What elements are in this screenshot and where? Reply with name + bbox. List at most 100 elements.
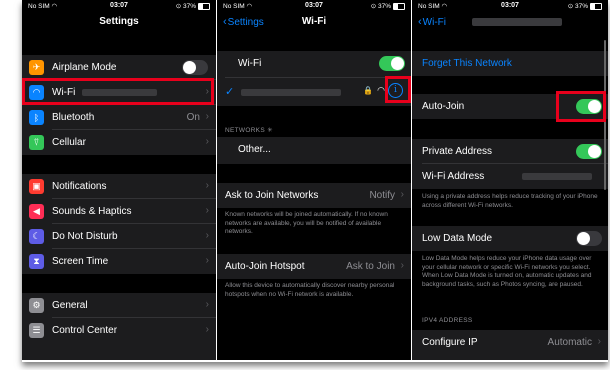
private-address-note: Using a private address helps reduce tra… (422, 193, 598, 209)
rotation-lock-icon: ⊙ (567, 3, 574, 10)
airplane-mode-toggle[interactable] (182, 60, 208, 75)
settings-row-do-not-disturb[interactable]: ☾ Do Not Disturb › (22, 224, 216, 249)
chevron-right-icon: › (205, 255, 209, 266)
row-label: Private Address (422, 146, 493, 157)
row-label: Configure IP (422, 337, 478, 348)
ask-to-join-row[interactable]: Ask to Join Networks Notify › (217, 183, 411, 208)
settings-row-sounds[interactable]: ◀ Sounds & Haptics › (22, 199, 216, 224)
auto-join-highlight (556, 91, 606, 122)
low-data-group: Low Data Mode (412, 226, 608, 251)
status-bar: No SIM ◠ 03:07 ⊙ 37% (217, 0, 411, 12)
row-label: Auto-Join (422, 101, 465, 112)
forget-network-button[interactable]: Forget This Network (422, 58, 512, 69)
row-label: General (52, 300, 88, 311)
battery-status: ⊙ 37% (568, 2, 602, 10)
row-label: Airplane Mode (52, 62, 117, 73)
row-label: Wi-Fi Address (422, 171, 485, 182)
notifications-group: ▣ Notifications › ◀ Sounds & Haptics › ☾… (22, 174, 216, 274)
row-label: Other... (238, 144, 271, 155)
settings-row-screen-time[interactable]: ⧗ Screen Time › (22, 249, 216, 274)
settings-row-control-center[interactable]: ☰ Control Center › (22, 318, 216, 343)
row-label: Do Not Disturb (52, 231, 118, 242)
wifi-signal-icon: ◠ (377, 85, 385, 95)
lock-icon: 🔒 (363, 86, 373, 95)
wifi-screen: No SIM ◠ 03:07 ⊙ 37% ‹Settings Wi-Fi Wi-… (217, 0, 411, 360)
status-bar: No SIM ◠ 03:07 ⊙ 37% (412, 0, 608, 12)
wifi-group: Wi-Fi ✓ 🔒 ◠ i (217, 51, 411, 106)
moon-icon: ☾ (29, 229, 44, 244)
hotspot-value: Ask to Join (346, 261, 395, 272)
screenshot-collage: No SIM ◠ 03:07 ⊙ 37% Settings ✈ Airplane… (0, 0, 610, 370)
other-network-row[interactable]: Other... (217, 137, 411, 164)
row-label: Auto-Join Hotspot (225, 261, 305, 272)
spinner-icon: ✳ (267, 127, 273, 134)
chevron-right-icon: › (205, 299, 209, 310)
connected-network-row[interactable]: ✓ 🔒 ◠ i (217, 78, 411, 106)
low-data-note: Low Data Mode helps reduce your iPhone d… (422, 255, 592, 288)
status-bar: No SIM ◠ 03:07 ⊙ 37% (22, 0, 216, 12)
low-data-mode-toggle[interactable] (576, 231, 602, 246)
chevron-right-icon: › (400, 189, 404, 200)
settings-row-bluetooth[interactable]: ᛒ Bluetooth On › (22, 105, 216, 130)
ipv4-header: IPV4 ADDRESS (422, 317, 473, 324)
row-label: Control Center (52, 325, 118, 336)
low-data-mode-row: Low Data Mode (412, 226, 608, 251)
ipv4-group: Configure IP Automatic › (412, 330, 608, 360)
general-group: ⚙ General › ☰ Control Center › (22, 293, 216, 360)
settings-row-notifications[interactable]: ▣ Notifications › (22, 174, 216, 199)
row-label: Notifications (52, 181, 107, 192)
ask-to-join-note: Known networks will be joined automatica… (225, 211, 388, 236)
wifi-toggle[interactable] (379, 56, 405, 71)
ask-to-join-group: Ask to Join Networks Notify › (217, 183, 411, 208)
chevron-right-icon: › (205, 230, 209, 241)
networks-header: NETWORKS ✳ (225, 127, 273, 134)
page-title: Settings (99, 16, 139, 27)
wifi-address-redacted (522, 173, 592, 180)
settings-screen: No SIM ◠ 03:07 ⊙ 37% Settings ✈ Airplane… (22, 0, 216, 360)
chevron-right-icon: › (205, 111, 209, 122)
private-address-toggle[interactable] (576, 144, 602, 159)
forget-group: Forget This Network (412, 51, 608, 76)
page-title: Wi-Fi (301, 16, 327, 27)
auto-join-hotspot-row[interactable]: Auto-Join Hotspot Ask to Join › (217, 254, 411, 279)
bluetooth-icon: ᛒ (29, 110, 44, 125)
connectivity-group: ✈ Airplane Mode ◠ Wi-Fi › ᛒ Bluetooth On… (22, 55, 216, 155)
wifi-address-row: Wi-Fi Address (412, 164, 608, 189)
hotspot-group: Auto-Join Hotspot Ask to Join › (217, 254, 411, 279)
airplane-icon: ✈ (29, 60, 44, 75)
configure-ip-row[interactable]: Configure IP Automatic › (412, 330, 608, 355)
network-detail-screen: No SIM ◠ 03:07 ⊙ 37% ‹Wi-Fi Forget This … (412, 0, 608, 360)
battery-icon (393, 2, 405, 10)
bluetooth-value: On (186, 112, 200, 123)
wifi-toggle-row: Wi-Fi (217, 51, 411, 78)
row-label: Cellular (52, 137, 86, 148)
back-label: Wi-Fi (422, 17, 446, 28)
settings-row-airplane-mode[interactable]: ✈ Airplane Mode (22, 55, 216, 80)
back-button[interactable]: ‹Wi-Fi (418, 16, 446, 28)
sound-icon: ◀ (29, 204, 44, 219)
row-label: Ask to Join Networks (225, 190, 319, 201)
hourglass-icon: ⧗ (29, 254, 44, 269)
chevron-right-icon: › (400, 260, 404, 271)
row-label: Sounds & Haptics (52, 206, 132, 217)
nav-bar: ‹Wi-Fi (412, 12, 608, 34)
settings-row-cellular[interactable]: ⍢ Cellular › (22, 130, 216, 155)
ask-to-join-value: Notify (369, 190, 395, 201)
forget-network-row[interactable]: Forget This Network (412, 51, 608, 76)
info-button-highlight (385, 76, 411, 103)
row-label: Bluetooth (52, 112, 95, 123)
chevron-right-icon: › (205, 324, 209, 335)
chevron-left-icon: ‹ (418, 16, 422, 28)
nav-bar: ‹Settings Wi-Fi (217, 12, 411, 34)
private-address-row: Private Address (412, 139, 608, 164)
settings-row-general[interactable]: ⚙ General › (22, 293, 216, 318)
row-label: Screen Time (52, 256, 109, 267)
configure-ip-value: Automatic (547, 337, 592, 348)
chevron-right-icon: › (205, 205, 209, 216)
chevron-right-icon: › (205, 180, 209, 191)
battery-icon (198, 2, 210, 10)
chevron-right-icon: › (597, 336, 601, 347)
private-address-group: Private Address Wi-Fi Address (412, 139, 608, 189)
battery-status: ⊙ 37% (371, 2, 405, 10)
gear-icon: ⚙ (29, 298, 44, 313)
